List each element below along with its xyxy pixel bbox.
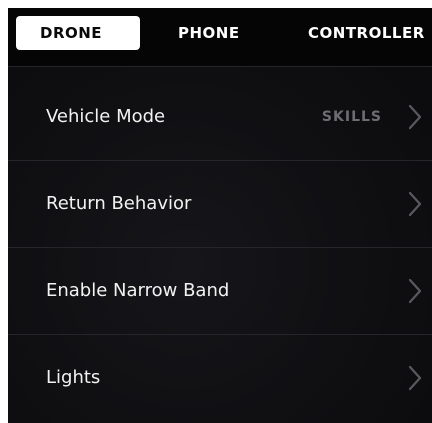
- setting-label: Enable Narrow Band: [46, 280, 230, 301]
- setting-label: Return Behavior: [46, 193, 192, 214]
- setting-row-lights[interactable]: Lights: [8, 335, 432, 421]
- setting-row-vehicle-mode[interactable]: Vehicle Mode SKILLS: [8, 74, 432, 160]
- tab-bar: DRONE PHONE CONTROLLER: [8, 8, 432, 66]
- setting-row-return-behavior[interactable]: Return Behavior: [8, 161, 432, 247]
- chevron-right-icon: [408, 191, 422, 217]
- chevron-right-icon: [408, 278, 422, 304]
- setting-label: Lights: [46, 367, 101, 388]
- chevron-right-icon: [408, 104, 422, 130]
- tab-controller[interactable]: CONTROLLER: [308, 16, 425, 50]
- divider: [8, 66, 432, 67]
- setting-label: Vehicle Mode: [46, 106, 166, 127]
- tab-drone[interactable]: DRONE: [16, 16, 140, 50]
- chevron-right-icon: [408, 365, 422, 391]
- setting-value: SKILLS: [321, 109, 382, 125]
- settings-screen: DRONE PHONE CONTROLLER Vehicle Mode SKIL…: [8, 8, 432, 423]
- setting-row-enable-narrow-band[interactable]: Enable Narrow Band: [8, 248, 432, 334]
- tab-phone[interactable]: PHONE: [178, 16, 240, 50]
